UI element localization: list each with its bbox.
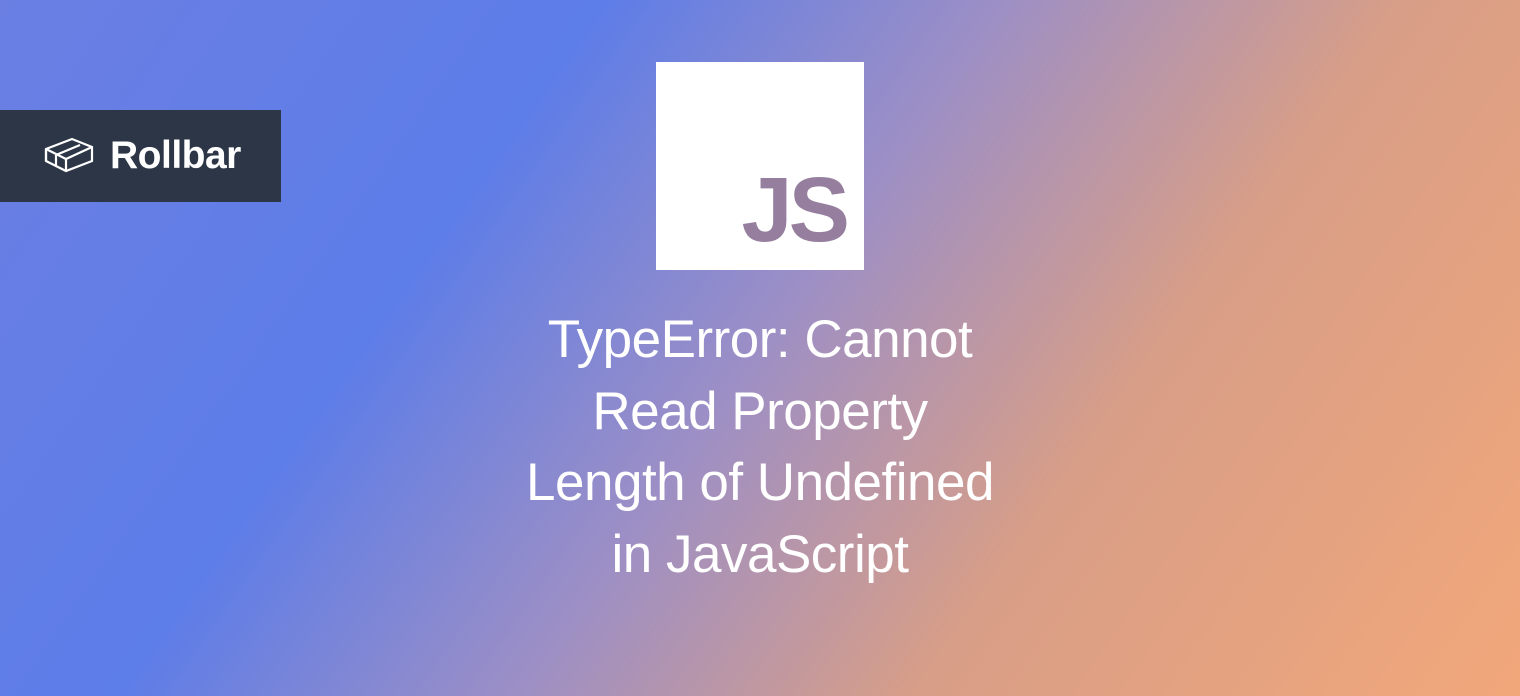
hero-banner: Rollbar JS TypeError: Cannot Read Proper… bbox=[0, 0, 1520, 696]
article-title: TypeError: Cannot Read Property Length o… bbox=[526, 304, 994, 590]
title-line-4: in JavaScript bbox=[612, 525, 909, 584]
title-line-3: Length of Undefined bbox=[526, 453, 994, 512]
rollbar-brand-name: Rollbar bbox=[110, 134, 241, 178]
javascript-tile: JS bbox=[656, 62, 864, 270]
rollbar-logo-icon bbox=[44, 137, 96, 175]
title-line-1: TypeError: Cannot bbox=[548, 310, 973, 369]
javascript-label: JS bbox=[741, 164, 846, 256]
rollbar-brand-badge: Rollbar bbox=[0, 110, 281, 202]
title-line-2: Read Property bbox=[592, 382, 927, 441]
